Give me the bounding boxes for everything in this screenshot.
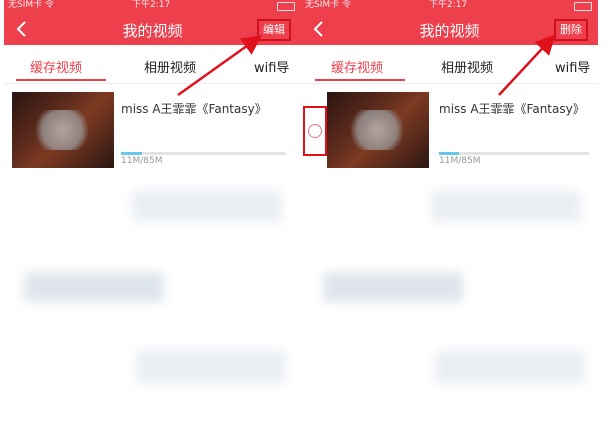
annotation-arrow xyxy=(177,35,263,97)
annotation-arrow xyxy=(498,34,556,96)
annotation-arrows xyxy=(177,34,556,97)
